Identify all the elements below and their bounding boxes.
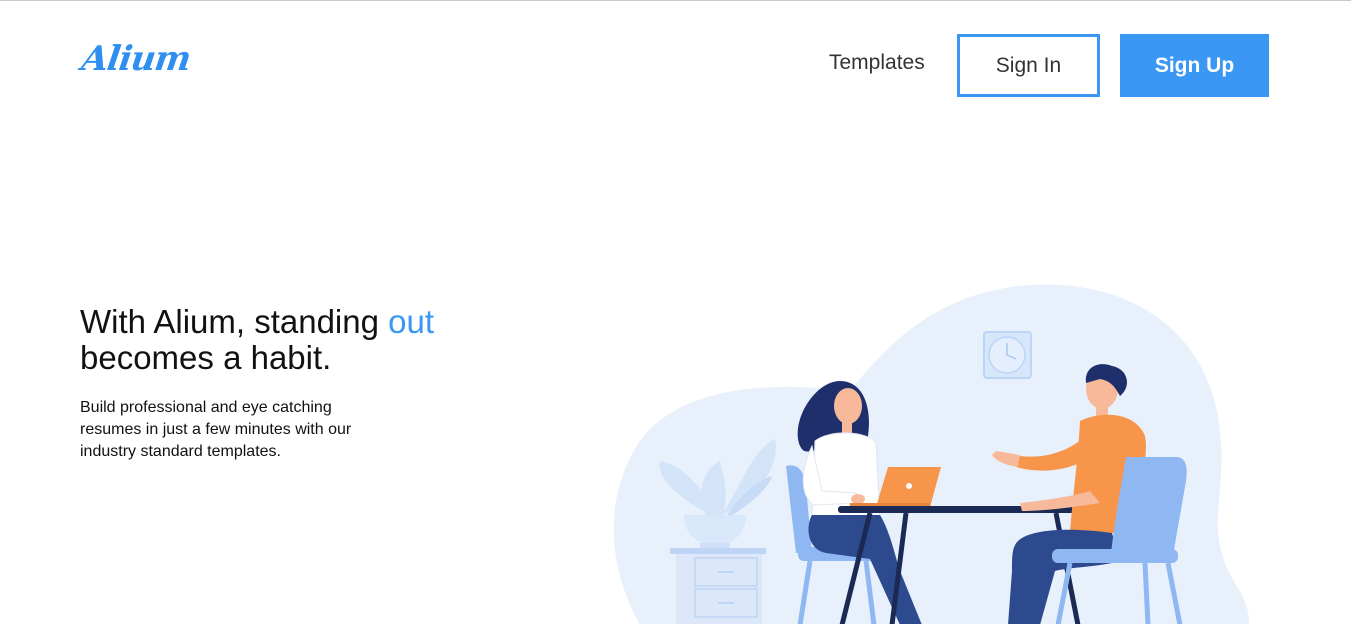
nav-templates-link[interactable]: Templates (829, 51, 925, 75)
wall-clock-icon (983, 331, 1032, 379)
hero-title: With Alium, standing out becomes a habit. (80, 304, 560, 376)
hero-subtitle: Build professional and eye catching resu… (80, 399, 352, 460)
cabinet-icon (670, 548, 766, 624)
sign-up-button[interactable]: Sign Up (1120, 34, 1269, 97)
hero-title-part2: becomes a habit. (80, 339, 332, 376)
interview-illustration (613, 284, 1249, 624)
sign-in-button[interactable]: Sign In (957, 34, 1100, 97)
hero-title-accent: out (388, 303, 435, 340)
hero-title-part1: With Alium, standing (80, 303, 389, 340)
landing-page: Alium Templates Sign In Sign Up With Ali… (0, 0, 1351, 624)
alium-logo[interactable]: Alium (79, 39, 193, 79)
